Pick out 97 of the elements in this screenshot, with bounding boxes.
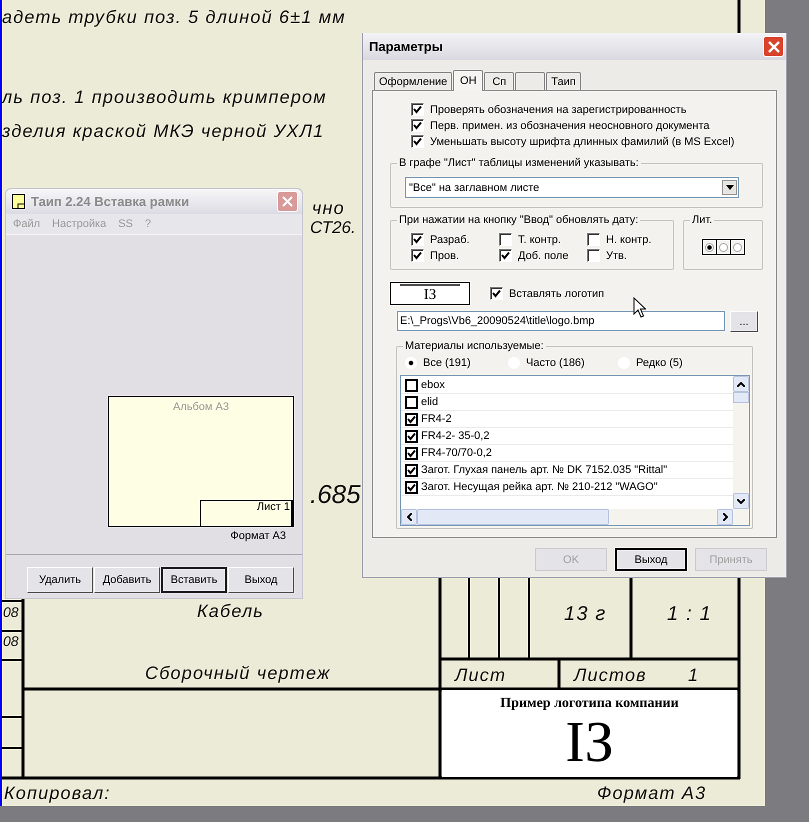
checkbox[interactable] [499,249,512,262]
list-item[interactable]: elid [421,396,438,408]
drawing-note: чно [312,197,345,219]
window-button[interactable]: Вставить [161,567,227,593]
checkbox-label: Разраб. [430,234,470,246]
document-icon [12,194,25,209]
radio-label: Часто (186) [526,357,585,369]
checkbox-label: Пров. [430,250,460,262]
close-button[interactable] [763,36,784,57]
checkbox[interactable] [411,103,424,116]
checkbox[interactable] [411,249,424,262]
checkbox-label: Перв. примен. из обозначения неосновного документа [430,120,710,132]
checkbox[interactable] [587,249,600,262]
group-title: В графе "Лист" таблицы изменений указывать: [397,157,641,169]
sheets-label: Листов [574,664,647,686]
orientation-label: Альбом А3 [173,401,229,413]
dropdown[interactable]: "Все" на заглавном листе [405,177,739,198]
tab[interactable]: Оформление [374,72,452,90]
checkbox[interactable] [490,287,503,300]
dropdown-arrow-icon [726,185,734,190]
sheet-number-label: Лист 1 [256,501,291,515]
margin-cell-text: 08 [3,603,19,621]
checkbox-label: Уменьшать высоту шрифта длинных фамилий (в MS Excel) [430,136,734,148]
sheets-count: 1 [688,664,700,686]
radio-button[interactable] [704,242,714,252]
horizontal-scrollbar[interactable] [401,509,749,525]
window-button[interactable]: Удалить [27,567,93,593]
logo-preview-drawing: IЗ [390,282,470,305]
copied-label: Копировал: [4,782,111,804]
drawing-designation: .685 [310,478,361,510]
browse-button[interactable]: ... [730,311,758,332]
group-title: Лит. [690,214,714,226]
scrollbar-thumb[interactable] [733,392,749,403]
radio-button[interactable] [732,242,742,252]
list-item[interactable]: Загот. Глухая панель арт. № DK 7152.035 "Rittal" [421,464,668,476]
checkbox[interactable] [587,233,600,246]
tab[interactable]: Сп [484,72,514,90]
close-icon [768,40,780,52]
radio-button[interactable] [718,242,728,252]
document-type: Сборочный чертеж [145,662,331,684]
window-button[interactable]: Добавить [94,567,160,593]
file-path-field[interactable]: E:\_Progs\Vb6_20090524\title\logo.bmp [397,311,725,331]
checkbox[interactable] [411,135,424,148]
logo-caption: Пример логотипа компании [500,696,679,712]
radio-label: Редко (5) [636,357,683,369]
group-title: Материалы используемые: [403,340,546,352]
checkbox-label: Утв. [606,250,627,262]
scrollbar-thumb[interactable] [417,509,609,525]
radio-button[interactable] [405,357,417,369]
list-item[interactable]: FR4-2- 35-0,2 [421,430,490,442]
window-title: Таип 2.24 Вставка рамки [31,194,190,209]
list-item[interactable]: FR4-2 [421,413,452,425]
tab[interactable]: Таип [546,72,581,90]
mouse-pointer-icon [633,297,646,318]
group-title: При нажатии на кнопку "Ввод" обновлять дату: [397,214,640,226]
tab[interactable]: ОН [453,70,484,91]
drawing-note: адеть трубки поз. 5 длиной 6±1 мм [2,6,346,28]
checkbox[interactable] [411,119,424,132]
format-label: Формат А3 [597,782,706,804]
margin-cell-text: 08 [3,632,19,650]
checkbox[interactable] [405,430,418,442]
checkbox-label: Проверять обозначения на зарегистрированность [430,104,686,116]
drawing-note: зделия краской МКЭ черной УХЛ1 [2,120,324,142]
scroll-left-icon[interactable] [406,513,412,521]
checkbox-label: Доб. поле [518,250,568,262]
list-item[interactable]: ebox [421,379,445,391]
checkbox[interactable] [405,412,418,426]
dialog-button[interactable]: Выход [615,548,687,571]
checkbox-label: Н. контр. [606,234,652,246]
sheet-label: Лист [455,664,506,686]
vertical-scrollbar[interactable] [733,376,749,509]
checkbox[interactable] [499,233,512,246]
list-item[interactable]: Загот. Несущая рейка арт. № 210-212 "WAGO" [421,481,658,493]
checkbox[interactable] [405,446,418,460]
checkbox[interactable] [405,464,418,476]
checkbox-label: Т. контр. [518,234,561,246]
scroll-down-icon[interactable] [737,498,745,504]
close-icon [282,196,293,207]
scroll-right-icon[interactable] [722,513,728,521]
checkbox[interactable] [411,233,424,246]
drawing-name: Кабель [197,600,264,622]
format-label: Формат А3 [230,530,286,542]
checkbox[interactable] [405,480,418,494]
window-button[interactable]: Выход [228,567,294,593]
scale-value: 1 : 1 [667,603,712,625]
logo-mark: IЗ [565,712,614,772]
checkbox[interactable] [405,396,418,408]
list-item[interactable]: FR4-70/70-0,2 [421,447,492,459]
drawing-note: СТ26. [310,217,356,239]
checkbox-label: Вставлять логотип [509,288,604,300]
scroll-up-icon[interactable] [737,382,745,386]
dialog-title: Параметры [369,39,443,54]
radio-label: Все (191) [423,357,471,369]
tab[interactable] [515,72,546,90]
drawing-note: ль поз. 1 производить кримпером [2,86,327,108]
mass-value: 13 г [564,603,606,625]
checkbox[interactable] [405,378,418,392]
